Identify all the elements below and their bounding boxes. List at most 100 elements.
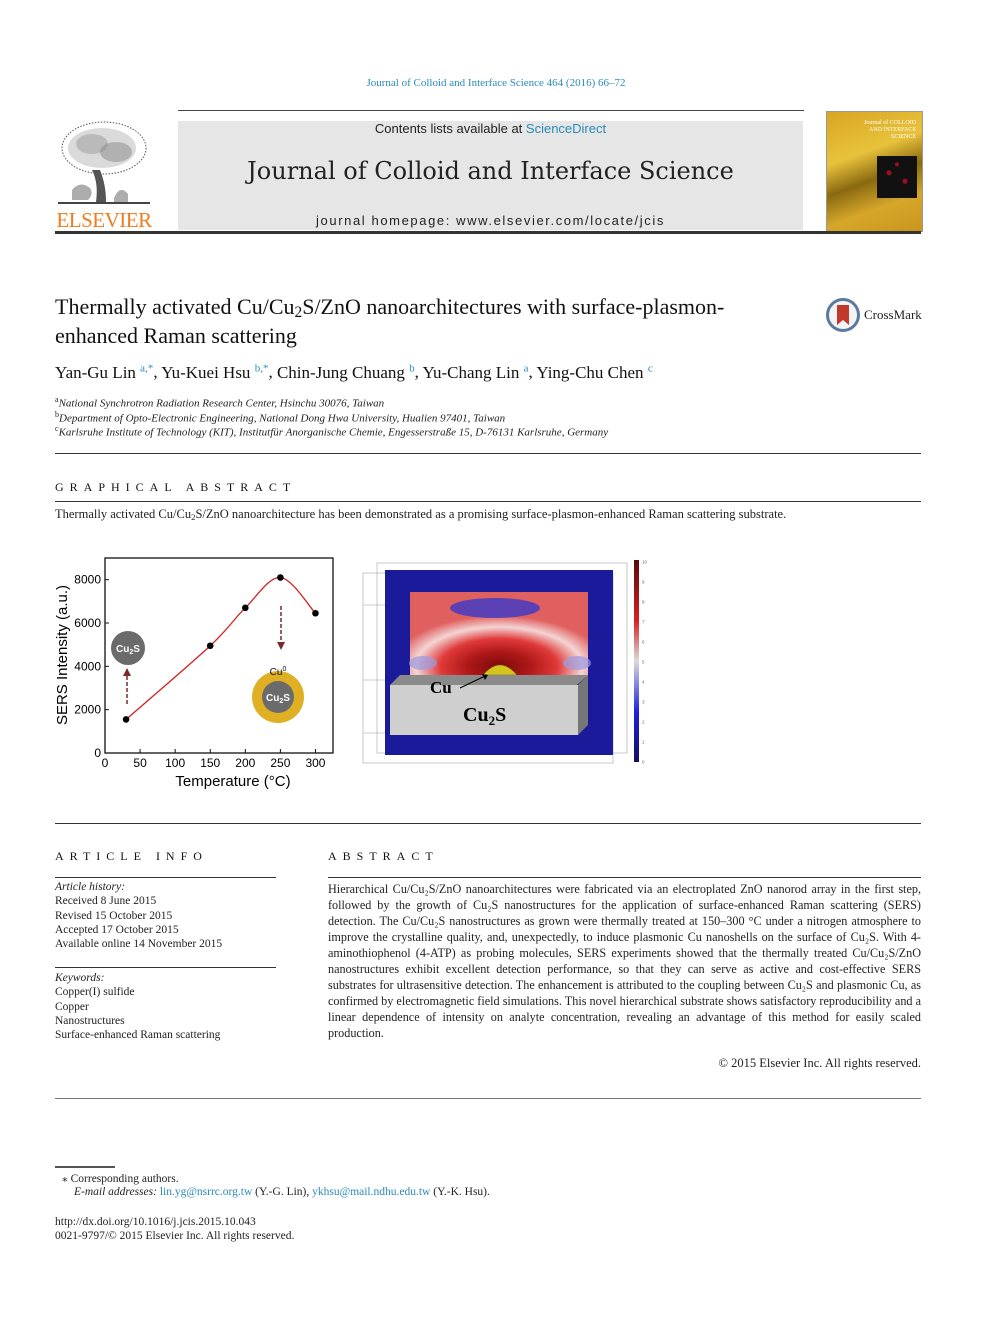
publisher-wordmark: ELSEVIER [56,208,152,232]
elsevier-tree-icon [58,121,150,204]
abstract-text: Hierarchical Cu/Cu₂S/ZnO nanoarchitectur… [328,882,921,1040]
author[interactable]: Ying-Chu Chen c [536,362,652,382]
graphical-abstract-heading: GRAPHICAL ABSTRACT [55,480,297,494]
y-axis-label: SERS Intensity (a.u.) [54,585,71,725]
cover-title: Journal of COLLOID AND INTERFACE SCIENCE [864,120,916,140]
section-rule [55,823,921,824]
abstract-rule [328,877,921,878]
sers-intensity-chart: 0 50 100 150 200 250 300 0 2000 4000 6000 8000 Cu2S… [54,557,334,790]
history-label: Article history: [55,881,125,893]
sciencedirect-link[interactable]: ScienceDirect [526,121,606,136]
crossmark-label: CrossMark [864,307,922,322]
affiliation: aNational Synchrotron Radiation Research… [55,395,385,410]
keyword: Copper(I) sulfide [55,986,135,999]
email-link[interactable]: lin.yg@nsrrc.org.tw [160,1186,252,1198]
colorbar-tick-label: 9 [642,580,645,585]
x-tick-label: 200 [235,756,255,770]
history-item: Accepted 17 October 2015 [55,923,179,936]
x-tick-label: 300 [305,756,325,770]
email-link[interactable]: ykhsu@mail.ndhu.edu.tw [312,1186,430,1198]
keyword: Nanostructures [55,1014,125,1027]
section-rule [55,1098,921,1099]
cu2s-substrate-label: Cu2S [463,704,506,728]
colorbar-tick-label: 2 [642,720,645,725]
colorbar-tick-label: 3 [642,700,645,705]
journal-citation[interactable]: Journal of Colloid and Interface Science… [0,77,992,89]
author[interactable]: Yu-Chang Lin a [423,362,529,382]
colorbar-tick-label: 10 [642,560,648,565]
elsevier-logo[interactable]: ELSEVIER [52,118,156,233]
colorbar-tick-label: 7 [642,620,645,625]
x-tick-label: 50 [133,756,147,770]
journal-homepage[interactable]: journal homepage: www.elsevier.com/locat… [178,213,803,228]
cu2s-particle-annotation: Cu2S [111,631,145,704]
data-point [206,642,214,650]
abstract-copyright: © 2015 Elsevier Inc. All rights reserved… [718,1056,921,1070]
crossmark-icon [826,298,860,332]
x-tick-label: 250 [270,756,290,770]
data-point [122,716,130,723]
x-tick-label: 100 [165,756,185,770]
contents-line: Contents lists available at ScienceDirec… [178,121,803,136]
chart-ticks: 0 50 100 150 200 250 300 0 2000 4000 6000 8000 [74,573,325,770]
data-point [242,604,249,612]
crossmark-button[interactable]: CrossMark [826,297,922,333]
colorbar-tick-label: 6 [642,640,645,645]
history-item: Available online 14 November 2015 [55,938,223,951]
issn-line: 0021-9797/© 2015 Elsevier Inc. All right… [55,1230,295,1242]
data-point [277,574,284,581]
core-label: Cu2S [266,693,290,705]
journal-cover[interactable]: Journal of COLLOID AND INTERFACE SCIENCE [826,111,923,232]
author[interactable]: Chin-Jung Chuang b [277,362,415,382]
colorbar-tick-label: 1 [642,740,645,745]
author[interactable]: Yu-Kuei Hsu b,* [161,362,268,382]
core-shell-annotation: Cu2S Cu0 [252,606,304,723]
y-tick-label: 6000 [74,616,101,630]
author[interactable]: Yan-Gu Lin a,* [55,362,153,382]
data-point [312,609,319,617]
cover-image [877,156,917,198]
cu2s-label: Cu2S [116,644,140,656]
contents-prefix: Contents lists available at [374,121,526,136]
colorbar-tick-label: 0 [642,760,645,765]
abstract-heading: ABSTRACT [328,849,439,863]
keywords: Keywords: Copper(I) sulfide Copper Nanos… [55,971,276,1042]
info-rule [55,967,276,968]
colorbar-tick-label: 8 [642,600,645,605]
y-tick-label: 4000 [74,659,101,673]
email-line: E-mail addresses: lin.yg@nsrrc.org.tw (Y… [74,1186,490,1198]
substrate-top [390,675,588,685]
author-list: Yan-Gu Lin a,*, Yu-Kuei Hsu b,*, Chin-Ju… [55,362,653,382]
y-tick-label: 2000 [74,703,101,717]
keyword: Surface-enhanced Raman scattering [55,1029,221,1042]
field-simulation-figure: Cu Cu2S 109876543210 [362,560,648,765]
low-field-region [450,598,540,618]
keywords-label: Keywords: [55,972,105,984]
colorbar-tick-label: 5 [642,660,645,665]
journal-banner: Contents lists available at ScienceDirec… [178,121,803,230]
title-part: Thermally activated Cu/Cu [55,294,295,319]
x-axis-label: Temperature (°C) [175,773,290,790]
header-bottom-rule [55,231,921,234]
colorbar [634,560,639,762]
journal-title: Journal of Colloid and Interface Science [247,157,734,185]
article-info-heading: ARTICLE INFO [55,849,208,863]
info-rule [55,877,276,878]
y-tick-label: 0 [94,746,101,760]
history-item: Revised 15 October 2015 [55,909,173,922]
corresponding-note: ⁎ Corresponding authors. [62,1173,179,1185]
colorbar-tick-label: 4 [642,680,645,685]
email-owner: (Y.-K. Hsu). [430,1186,490,1198]
x-tick-label: 150 [200,756,220,770]
affiliation: bDepartment of Opto-Electronic Engineeri… [55,410,506,425]
up-arrow-head [123,668,131,676]
article-history: Article history: Received 8 June 2015 Re… [55,880,276,951]
header-rule [178,110,804,111]
email-label: E-mail addresses: [74,1186,160,1198]
down-arrow-head [277,642,285,650]
doi-link[interactable]: http://dx.doi.org/10.1016/j.jcis.2015.10… [55,1216,256,1228]
y-tick-label: 8000 [74,573,101,587]
colorbar-ticks: 109876543210 [642,560,648,765]
article-title: Thermally activated Cu/Cu2S/ZnO nanoarch… [55,292,795,350]
history-item: Received 8 June 2015 [55,895,157,908]
